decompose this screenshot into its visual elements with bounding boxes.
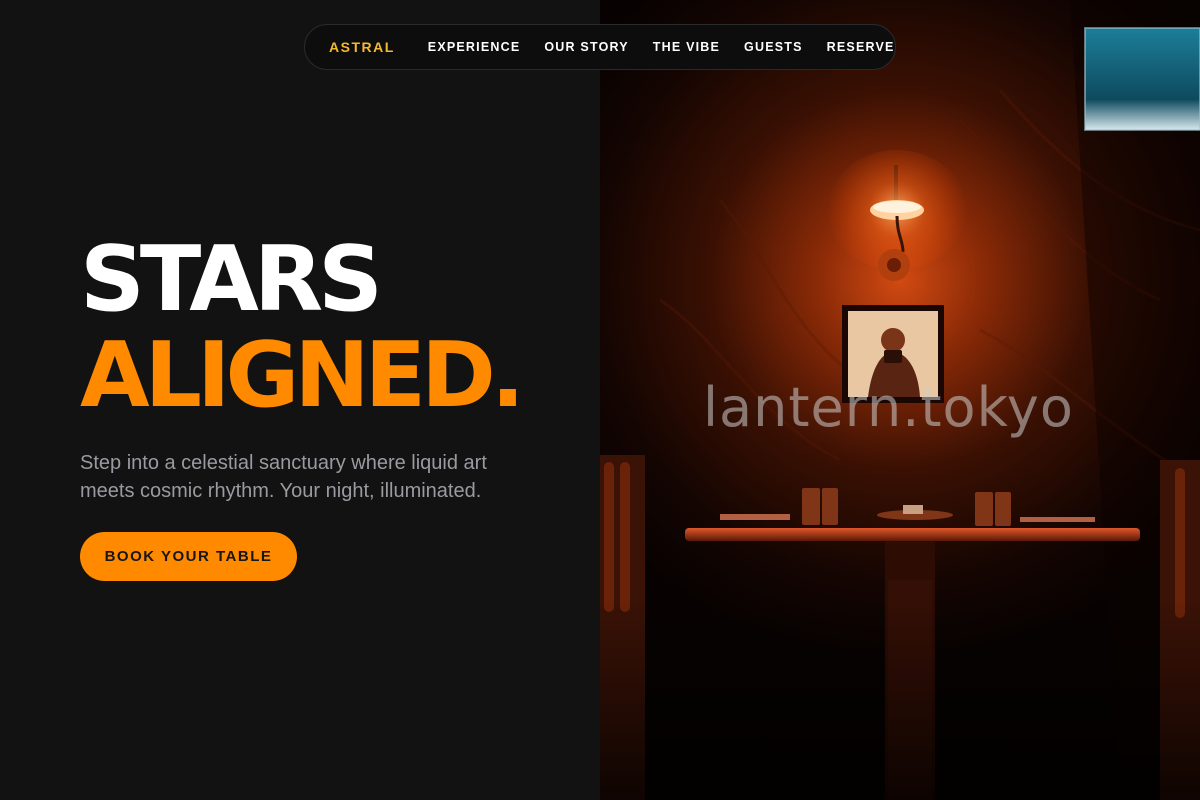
book-table-button[interactable]: BOOK YOUR TABLE (80, 532, 297, 581)
brand-logo[interactable]: ASTRAL (329, 39, 395, 55)
headline-line-stars: STARS (80, 227, 383, 332)
nav-link-experience[interactable]: EXPERIENCE (428, 40, 521, 54)
nav-links: EXPERIENCE OUR STORY THE VIBE GUESTS RES… (428, 40, 895, 54)
nav-link-reserve[interactable]: RESERVE (827, 40, 895, 54)
wall-frame (1085, 28, 1200, 130)
page: STARS ALIGNED. Step into a celestial san… (0, 0, 1200, 800)
top-navigation: ASTRAL EXPERIENCE OUR STORY THE VIBE GUE… (304, 24, 896, 70)
hero-subtitle: Step into a celestial sanctuary where li… (80, 452, 487, 502)
table-top (685, 528, 1140, 541)
nav-link-the-vibe[interactable]: THE VIBE (653, 40, 720, 54)
hero-headline: STARS ALIGNED. (80, 227, 525, 428)
headline-line-aligned: ALIGNED. (80, 323, 525, 428)
nav-link-our-story[interactable]: OUR STORY (544, 40, 628, 54)
photo-watermark: lantern.tokyo (703, 376, 1074, 439)
hero-photo: lantern.tokyo (600, 0, 1200, 800)
nav-link-guests[interactable]: GUESTS (744, 40, 803, 54)
hero-section: STARS ALIGNED. Step into a celestial san… (0, 0, 600, 800)
